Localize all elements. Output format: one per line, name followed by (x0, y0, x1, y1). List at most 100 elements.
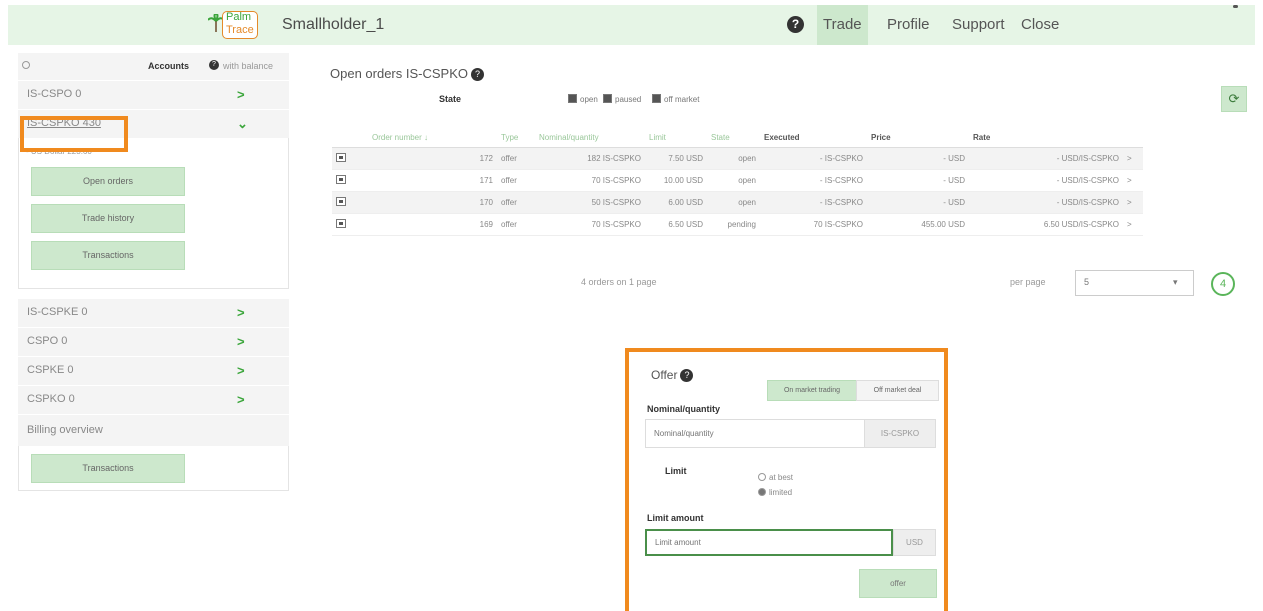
logo-text-palm: Palm (226, 11, 252, 23)
row-select-icon[interactable] (336, 219, 346, 228)
cell-state: pending (707, 213, 760, 236)
cell-type: offer (497, 169, 535, 192)
nav-trade[interactable]: Trade (817, 5, 868, 45)
account-label: CSPO 0 (27, 335, 68, 347)
quantity-unit: IS-CSPKO (864, 419, 936, 448)
table-row[interactable]: 171 offer 70 IS-CSPKO 10.00 USD open - I… (332, 169, 1143, 192)
accounts-search-row[interactable]: Accounts ? with balance (18, 53, 289, 80)
cell-executed: 70 IS-CSPKO (760, 213, 867, 236)
nav-support[interactable]: Support (952, 5, 1005, 45)
limit-amount-input[interactable] (645, 529, 893, 556)
account-label: CSPKO 0 (27, 393, 75, 405)
cell-limit: 7.50 USD (645, 147, 707, 170)
top-bar: Palm Trace Smallholder_1 ? Trade Profile… (8, 5, 1255, 45)
tab-on-market-trading[interactable]: On market trading (767, 380, 857, 401)
row-select-cell[interactable] (332, 213, 368, 236)
refresh-icon[interactable]: ⟳ (1221, 86, 1247, 112)
filter-paused-checkbox[interactable]: paused (603, 94, 641, 104)
per-page-select[interactable]: 5 ▾ (1075, 270, 1194, 296)
filter-open-label: open (580, 95, 598, 104)
cell-order-number: 172 (368, 147, 497, 170)
open-orders-title-text: Open orders IS-CSPKO (330, 66, 468, 81)
column-header-order-number[interactable]: Order number ↓ (368, 127, 497, 148)
column-header-state[interactable]: State (707, 127, 760, 148)
cell-price: - USD (867, 191, 969, 214)
pagination-summary: 4 orders on 1 page (581, 277, 657, 287)
palm-trace-logo[interactable]: Palm Trace (206, 9, 260, 41)
nav-profile[interactable]: Profile (887, 5, 930, 45)
cell-price: - USD (867, 147, 969, 170)
account-label: IS-CSPO 0 (27, 88, 82, 100)
question-circle-icon[interactable]: ? (209, 60, 219, 70)
accounts-label: Accounts (148, 61, 190, 71)
chevron-right-icon: > (237, 363, 245, 378)
cell-quantity: 50 IS-CSPKO (535, 191, 645, 214)
trade-history-button[interactable]: Trade history (31, 204, 185, 233)
limit-amount-unit: USD (893, 529, 936, 556)
radio-at-best[interactable]: at best (758, 473, 793, 482)
quantity-label: Nominal/quantity (647, 404, 721, 414)
account-label: IS-CSPKE 0 (27, 306, 88, 318)
account-item-cspo[interactable]: CSPO 0 > (18, 327, 289, 356)
chevron-right-icon[interactable]: > (1123, 213, 1143, 236)
table-row[interactable]: 169 offer 70 IS-CSPKO 6.50 USD pending 7… (332, 213, 1143, 236)
row-select-cell[interactable] (332, 191, 368, 214)
filter-open-checkbox[interactable]: open (568, 94, 598, 104)
offer-submit-button[interactable]: offer (859, 569, 937, 598)
limit-amount-label: Limit amount (647, 513, 704, 523)
question-circle-icon[interactable]: ? (471, 68, 484, 81)
cell-price: - USD (867, 169, 969, 192)
per-page-value: 5 (1084, 277, 1090, 287)
chevron-right-icon: > (237, 392, 245, 407)
radio-limited-label: limited (769, 488, 793, 497)
billing-transactions-button[interactable]: Transactions (31, 454, 185, 483)
nav-close[interactable]: Close (1021, 5, 1059, 45)
cell-limit: 6.00 USD (645, 191, 707, 214)
cell-quantity: 70 IS-CSPKO (535, 213, 645, 236)
offer-title-text: Offer (651, 368, 678, 382)
cell-state: open (707, 169, 760, 192)
column-header-quantity[interactable]: Nominal/quantity (535, 127, 645, 148)
filter-off-market-checkbox[interactable]: off market (652, 94, 699, 104)
tab-off-market-deal[interactable]: Off market deal (856, 380, 939, 401)
account-item-is-cspke[interactable]: IS-CSPKE 0 > (18, 298, 289, 327)
radio-icon (758, 473, 766, 481)
cell-executed: - IS-CSPKO (760, 169, 867, 192)
account-item-is-cspo[interactable]: IS-CSPO 0 > (18, 80, 289, 109)
table-header-row: Order number ↓ Type Nominal/quantity Lim… (332, 127, 1143, 148)
account-item-cspko[interactable]: CSPKO 0 > (18, 385, 289, 414)
quantity-input[interactable] (645, 419, 865, 448)
limit-label: Limit (665, 466, 687, 476)
billing-panel: Transactions (18, 446, 289, 491)
row-select-cell[interactable] (332, 147, 368, 170)
search-icon[interactable] (22, 61, 30, 69)
cell-rate: - USD/IS-CSPKO (969, 147, 1123, 170)
row-select-icon[interactable] (336, 153, 346, 162)
radio-at-best-label: at best (769, 473, 794, 482)
transactions-button[interactable]: Transactions (31, 241, 185, 270)
with-balance-toggle[interactable]: with balance (223, 61, 273, 71)
radio-icon (758, 488, 766, 496)
row-select-cell[interactable] (332, 169, 368, 192)
account-item-cspke[interactable]: CSPKE 0 > (18, 356, 289, 385)
question-circle-icon[interactable]: ? (787, 16, 804, 33)
billing-overview[interactable]: Billing overview (18, 414, 289, 446)
column-header-type[interactable]: Type (497, 127, 535, 148)
table-row[interactable]: 172 offer 182 IS-CSPKO 7.50 USD open - I… (332, 147, 1143, 170)
open-orders-button[interactable]: Open orders (31, 167, 185, 196)
chevron-right-icon[interactable]: > (1123, 169, 1143, 192)
row-select-icon[interactable] (336, 197, 346, 206)
page-button[interactable]: 4 (1211, 272, 1235, 296)
cell-state: open (707, 147, 760, 170)
question-circle-icon[interactable]: ? (680, 369, 694, 382)
radio-limited[interactable]: limited (758, 488, 792, 497)
select-column-header (332, 127, 368, 148)
detail-column-header (1123, 127, 1143, 148)
table-row[interactable]: 170 offer 50 IS-CSPKO 6.00 USD open - IS… (332, 191, 1143, 214)
chevron-right-icon[interactable]: > (1123, 191, 1143, 214)
column-header-limit[interactable]: Limit (645, 127, 707, 148)
chevron-right-icon[interactable]: > (1123, 147, 1143, 170)
row-select-icon[interactable] (336, 175, 346, 184)
chevron-right-icon: > (237, 305, 245, 320)
chevron-down-icon: ⌄ (237, 116, 248, 131)
